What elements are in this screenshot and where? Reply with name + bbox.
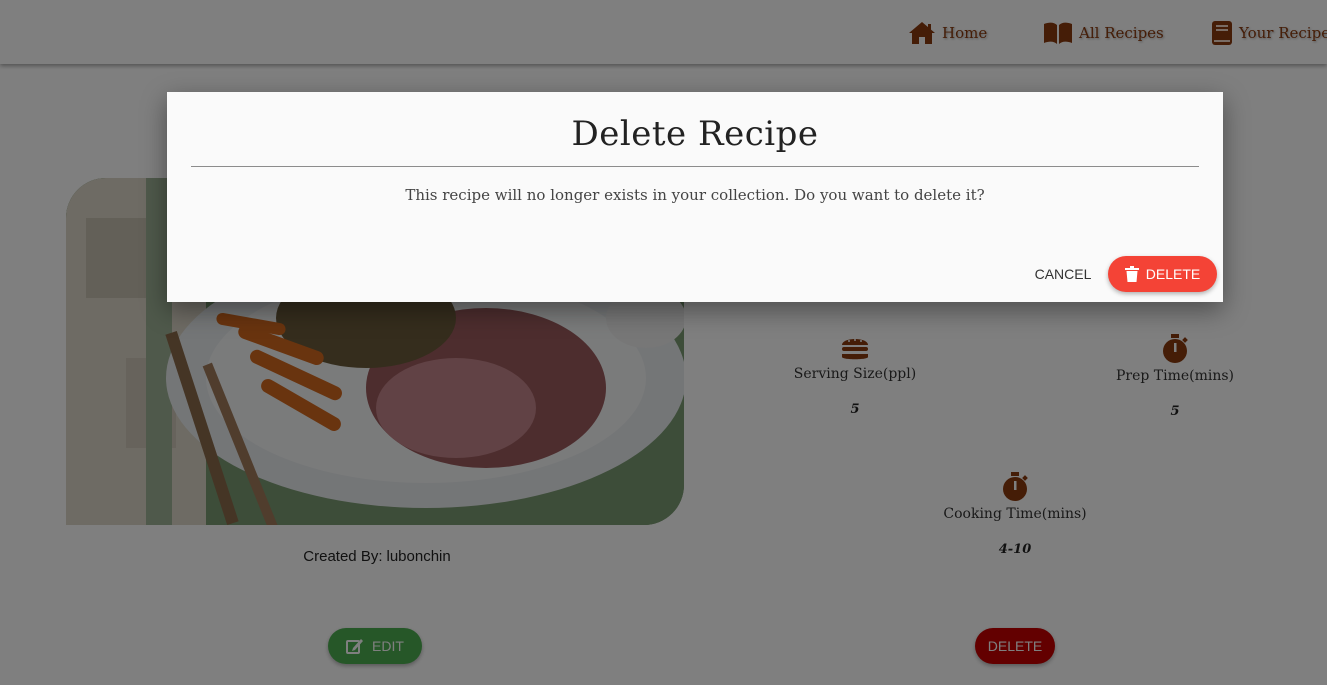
modal-cancel-button[interactable]: CANCEL	[1029, 258, 1097, 290]
delete-recipe-modal: Delete Recipe This recipe will no longer…	[167, 92, 1223, 302]
modal-delete-label: DELETE	[1145, 266, 1201, 282]
trash-icon	[1124, 266, 1139, 282]
modal-message: This recipe will no longer exists in you…	[405, 186, 985, 204]
modal-title: Delete Recipe	[571, 114, 819, 154]
modal-divider	[191, 166, 1199, 167]
modal-delete-button[interactable]: DELETE	[1108, 256, 1217, 292]
